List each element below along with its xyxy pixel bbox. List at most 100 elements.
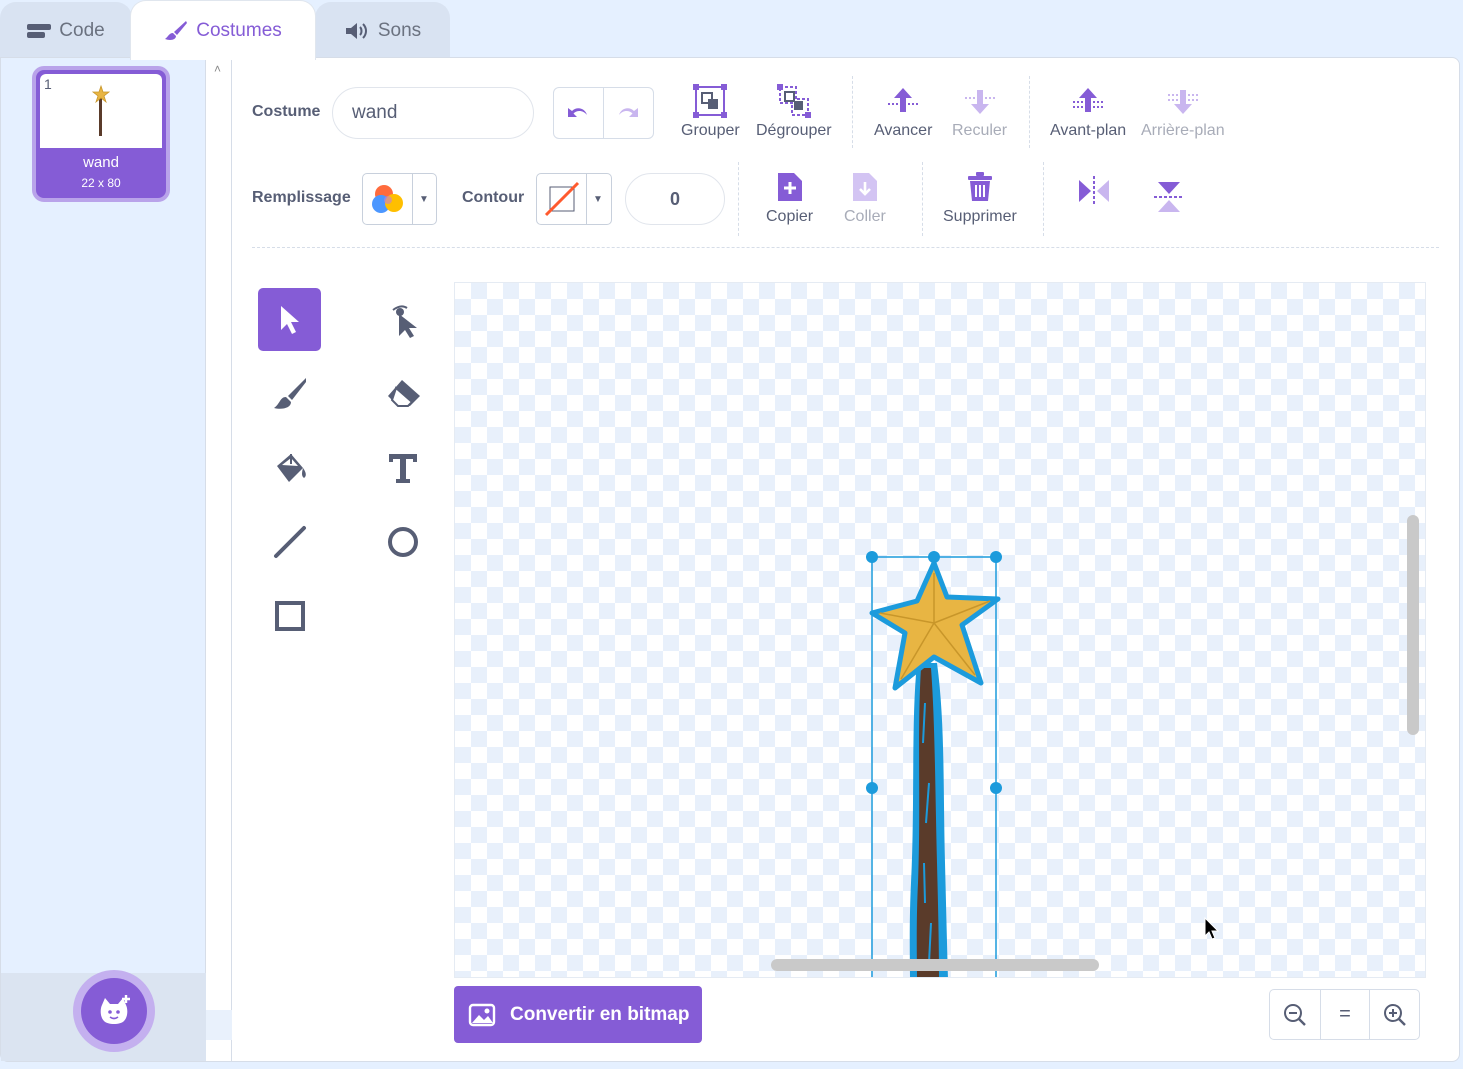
mouse-cursor-icon [1204,917,1220,940]
zoom-reset-label: = [1339,1003,1351,1025]
text-tool[interactable] [371,436,434,499]
reshape-icon [391,304,417,338]
outline-color-picker[interactable]: ▼ [536,173,612,225]
toolbar-divider [852,76,853,148]
paint-bucket-icon [276,453,306,482]
undo-icon [568,108,588,117]
fill-color-picker[interactable]: ▼ [362,173,437,225]
forward-button[interactable]: Avancer [874,80,932,140]
delete-label: Supprimer [943,208,1017,225]
fill-label: Remplissage [252,189,351,206]
canvas-horizontal-scrollbar[interactable] [771,959,1099,971]
costume-drawing[interactable] [455,283,1426,978]
delete-button[interactable]: Supprimer [943,166,1017,226]
toolbar-divider [1043,162,1044,236]
costume-number: 1 [44,76,52,92]
convert-button-label: Convertir en bitmap [510,1003,690,1025]
line-tool[interactable] [258,510,321,573]
front-label: Avant-plan [1050,122,1127,139]
group-icon [693,84,728,118]
ungroup-icon [776,84,811,118]
add-costume-button[interactable] [73,970,155,1052]
tab-costumes[interactable]: Costumes [130,0,316,60]
costume-item-wand[interactable]: 1 wand 22 x 80 [32,66,170,202]
trash-icon [967,172,992,201]
wand-thumbnail-image [91,84,111,136]
outline-label: Contour [462,189,525,206]
zoom-controls: = [1269,989,1420,1040]
editor-tabs: Code Costumes Sons [0,0,1463,60]
ungroup-button[interactable]: Dégrouper [756,80,832,140]
undo-button[interactable] [554,88,604,138]
eraser-tool[interactable] [371,362,434,425]
line-icon [273,525,306,558]
rectangle-icon [274,600,305,631]
tab-sons[interactable]: Sons [315,2,450,58]
flip-vertical-icon [1154,182,1184,212]
paint-canvas[interactable] [454,282,1426,978]
copy-icon [777,173,802,201]
paste-icon [852,173,877,201]
costume-name-label: Costume [252,103,321,120]
back-label: Arrière-plan [1141,122,1225,139]
cat-add-icon [100,995,130,1024]
reshape-tool[interactable] [371,288,434,351]
costume-size: 22 x 80 [81,176,121,190]
canvas-vertical-scrollbar[interactable] [1407,515,1419,735]
copy-button[interactable]: Copier [766,166,813,226]
tab-code[interactable]: Code [0,2,132,58]
redo-button[interactable] [604,88,654,138]
text-icon [388,453,417,483]
costume-list-scrollbar[interactable]: ˄ [206,58,232,1061]
select-tool[interactable] [258,288,321,351]
backward-icon [964,90,995,114]
arrow-cursor-icon [280,305,299,334]
circle-icon [387,526,418,557]
costume-name-input[interactable]: wand [332,87,534,139]
toolbar-divider [922,162,923,236]
tab-sons-label: Sons [377,19,422,41]
costume-thumbnail [40,74,162,148]
convert-to-bitmap-button[interactable]: Convertir en bitmap [454,986,702,1043]
rectangle-tool[interactable] [258,584,321,647]
scroll-up-arrow-icon[interactable]: ˄ [214,62,221,76]
group-button[interactable]: Grouper [681,80,740,140]
zoom-out-button[interactable] [1270,990,1320,1039]
flip-horizontal-button[interactable] [1077,176,1111,206]
tab-costumes-label: Costumes [196,19,282,41]
outline-width-input[interactable]: 0 [625,173,725,225]
bring-to-front-icon [1073,88,1104,112]
costume-name: wand [83,154,119,171]
paste-button[interactable]: Coller [844,166,886,226]
forward-icon [888,88,919,112]
back-button[interactable]: Arrière-plan [1141,80,1225,140]
outline-dropdown-arrow-icon[interactable]: ▼ [587,174,609,224]
no-color-icon [544,181,579,217]
toolbar-divider [738,162,739,236]
backward-button[interactable]: Reculer [952,80,1007,140]
toolbar-separator [252,247,1439,248]
paste-label: Coller [844,208,886,225]
zoom-out-icon [1283,1003,1306,1026]
flip-vertical-button[interactable] [1154,180,1184,214]
undo-redo-group [553,87,654,139]
code-icon [27,23,52,38]
copy-label: Copier [766,208,814,225]
brush-tool[interactable] [258,362,321,425]
zoom-reset-button[interactable]: = [1319,990,1370,1039]
circle-tool[interactable] [371,510,434,573]
zoom-in-button[interactable] [1369,990,1419,1039]
image-icon [468,1003,496,1026]
scrollbar-bottom [206,1010,232,1040]
fill-dropdown-arrow-icon[interactable]: ▼ [413,174,435,224]
fill-color-swatch-icon [371,185,403,213]
costume-list[interactable]: 1 wand 22 x 80 [1,58,206,973]
flip-horizontal-icon [1079,176,1109,206]
redo-icon [619,108,639,117]
paintbrush-icon [273,377,306,409]
fill-tool[interactable] [258,436,321,499]
front-button[interactable]: Avant-plan [1050,80,1126,140]
send-to-back-icon [1167,90,1198,114]
forward-label: Avancer [874,122,933,139]
tab-code-label: Code [59,19,105,41]
